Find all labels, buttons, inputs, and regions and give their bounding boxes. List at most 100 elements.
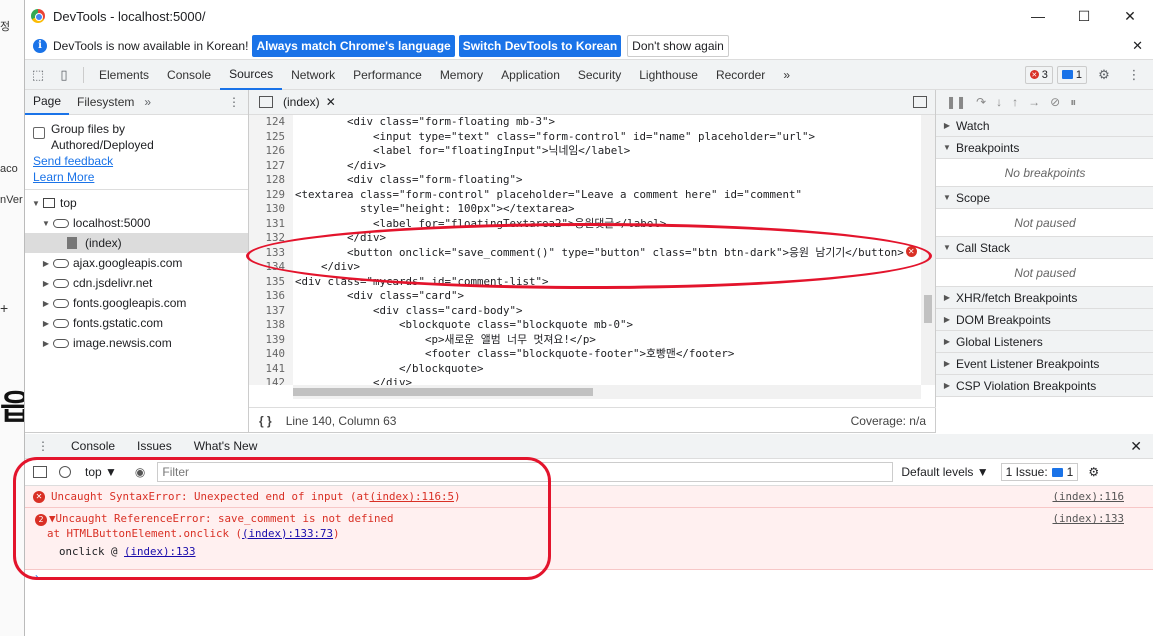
group-files-checkbox[interactable] bbox=[33, 127, 45, 139]
line-number[interactable]: 134 bbox=[249, 260, 293, 275]
step-out-icon[interactable]: ↑ bbox=[1012, 95, 1018, 109]
tree-item-top[interactable]: ▼ top bbox=[25, 193, 248, 213]
tree-item-domain[interactable]: ▶ cdn.jsdelivr.net bbox=[25, 273, 248, 293]
code-line[interactable]: 138 <blockquote class="blockquote mb-0"> bbox=[249, 318, 921, 333]
tab-elements[interactable]: Elements bbox=[90, 60, 158, 90]
tab-application[interactable]: Application bbox=[492, 60, 569, 90]
vertical-scrollbar[interactable] bbox=[921, 115, 935, 385]
code-line[interactable]: 124 <div class="form-floating mb-3"> bbox=[249, 115, 921, 130]
close-window-button[interactable]: ✕ bbox=[1107, 0, 1153, 32]
customize-menu-icon[interactable]: ⋮ bbox=[1121, 67, 1147, 83]
tab-security[interactable]: Security bbox=[569, 60, 630, 90]
tab-recorder[interactable]: Recorder bbox=[707, 60, 774, 90]
drawer-tab-whats-new[interactable]: What's New bbox=[194, 439, 258, 453]
drawer-close-icon[interactable]: ✕ bbox=[1130, 438, 1142, 455]
step-over-icon[interactable]: ↷ bbox=[976, 95, 986, 109]
deactivate-breakpoints-icon[interactable]: ⊘ bbox=[1050, 95, 1060, 109]
drawer-menu-icon[interactable]: ⋮ bbox=[37, 439, 49, 453]
console-settings-gear-icon[interactable]: ⚙ bbox=[1088, 465, 1099, 479]
stack-frame-link[interactable]: (index):133:73 bbox=[242, 527, 333, 540]
nav-tab-page[interactable]: Page bbox=[25, 90, 70, 115]
pause-on-exceptions-icon[interactable]: ⏸ bbox=[1070, 95, 1076, 110]
minimize-button[interactable]: — bbox=[1015, 0, 1061, 32]
clear-console-icon[interactable] bbox=[59, 466, 71, 478]
device-toolbar-icon[interactable]: ▯ bbox=[51, 67, 77, 83]
line-number[interactable]: 135 bbox=[249, 274, 293, 289]
code-line[interactable]: 137 <div class="card-body"> bbox=[249, 303, 921, 318]
debugger-section-header[interactable]: ▶ CSP Violation Breakpoints bbox=[936, 375, 1153, 397]
tab-sources[interactable]: Sources bbox=[220, 60, 283, 90]
tree-item-domain[interactable]: ▶ fonts.gstatic.com bbox=[25, 313, 248, 333]
editor-tab-close-icon[interactable]: ✕ bbox=[326, 95, 336, 109]
tree-item-domain[interactable]: ▶ fonts.googleapis.com bbox=[25, 293, 248, 313]
debugger-section-header[interactable]: ▼ Scope bbox=[936, 187, 1153, 209]
code-line[interactable]: 129 <textarea class="form-control" placeh… bbox=[249, 187, 921, 202]
line-number[interactable]: 132 bbox=[249, 231, 293, 246]
code-line[interactable]: 132 </div> bbox=[249, 231, 921, 246]
code-line[interactable]: 133 <button onclick="save_comment()" typ… bbox=[249, 245, 921, 260]
line-number[interactable]: 141 bbox=[249, 361, 293, 376]
console-filter-input[interactable]: Filter bbox=[157, 462, 894, 482]
match-language-button[interactable]: Always match Chrome's language bbox=[252, 34, 455, 57]
code-line[interactable]: 136 <div class="card"> bbox=[249, 289, 921, 304]
nav-more-icon[interactable]: » bbox=[144, 95, 151, 109]
infobar-close-icon[interactable]: ✕ bbox=[1132, 38, 1143, 54]
drawer-tab-issues[interactable]: Issues bbox=[137, 439, 172, 453]
error-count-badge[interactable]: ✕ 3 bbox=[1024, 65, 1053, 84]
drawer-tab-console[interactable]: Console bbox=[71, 439, 115, 453]
code-line[interactable]: 131 <label for="floatingTextarea2">응원댓글<… bbox=[249, 216, 921, 231]
settings-gear-icon[interactable]: ⚙ bbox=[1091, 67, 1117, 83]
code-line[interactable]: 126 <label for="floatingInput">닉네임</labe… bbox=[249, 144, 921, 159]
tree-item-localhost[interactable]: ▼ localhost:5000 bbox=[25, 213, 248, 233]
line-number[interactable]: 139 bbox=[249, 332, 293, 347]
line-number[interactable]: 128 bbox=[249, 173, 293, 188]
tab-performance[interactable]: Performance bbox=[344, 60, 431, 90]
line-error-icon[interactable]: ✕ bbox=[905, 245, 917, 257]
pause-icon[interactable]: ❚❚ bbox=[946, 95, 966, 109]
line-number[interactable]: 124 bbox=[249, 115, 293, 130]
code-lines[interactable]: 124 <div class="form-floating mb-3"> 125 … bbox=[249, 115, 921, 385]
log-levels-dropdown[interactable]: Default levels ▼ bbox=[901, 465, 988, 479]
line-number[interactable]: 125 bbox=[249, 129, 293, 144]
switch-korean-button[interactable]: Switch DevTools to Korean bbox=[458, 34, 622, 57]
sidebar-toggle-icon[interactable] bbox=[33, 466, 47, 478]
debugger-section-header[interactable]: ▼ Call Stack bbox=[936, 237, 1153, 259]
code-line[interactable]: 140 <footer class="blockquote-footer">호빵… bbox=[249, 347, 921, 362]
line-number[interactable]: 131 bbox=[249, 216, 293, 231]
inspect-element-icon[interactable]: ⬚ bbox=[25, 67, 51, 83]
code-line[interactable]: 130 style="height: 100px"></textarea> bbox=[249, 202, 921, 217]
message-count-badge[interactable]: 1 bbox=[1056, 65, 1087, 84]
line-number[interactable]: 126 bbox=[249, 144, 293, 159]
tab-console[interactable]: Console bbox=[158, 60, 220, 90]
more-tabs-icon[interactable]: » bbox=[774, 60, 799, 90]
tab-memory[interactable]: Memory bbox=[431, 60, 492, 90]
learn-more-link[interactable]: Learn More bbox=[33, 170, 94, 184]
line-number[interactable]: 142 bbox=[249, 376, 293, 385]
maximize-button[interactable]: ☐ bbox=[1061, 0, 1107, 32]
pretty-print-icon[interactable]: { } bbox=[259, 414, 272, 428]
tree-item-domain[interactable]: ▶ ajax.googleapis.com bbox=[25, 253, 248, 273]
context-selector[interactable]: top ▼ bbox=[85, 465, 117, 479]
issues-badge[interactable]: 1 Issue: 1 bbox=[1000, 463, 1079, 481]
debugger-section-header[interactable]: ▼ Breakpoints bbox=[936, 137, 1153, 159]
line-number[interactable]: 130 bbox=[249, 202, 293, 217]
code-line[interactable]: 139 <p>새로운 앨범 너무 멋져요!</p> bbox=[249, 332, 921, 347]
toggle-debugger-icon[interactable] bbox=[913, 96, 927, 108]
code-line[interactable]: 141 </blockquote> bbox=[249, 361, 921, 376]
send-feedback-link[interactable]: Send feedback bbox=[33, 154, 113, 168]
tree-item-index[interactable]: (index) bbox=[25, 233, 248, 253]
line-number[interactable]: 137 bbox=[249, 303, 293, 318]
line-number[interactable]: 136 bbox=[249, 289, 293, 304]
error-location-link[interactable]: (index):116:5 bbox=[370, 490, 455, 503]
live-expression-eye-icon[interactable]: ◉ bbox=[135, 465, 145, 479]
nav-menu-icon[interactable]: ⋮ bbox=[228, 95, 240, 109]
code-line[interactable]: 142 </div> bbox=[249, 376, 921, 385]
code-line[interactable]: 128 <div class="form-floating"> bbox=[249, 173, 921, 188]
debugger-section-header[interactable]: ▶ Event Listener Breakpoints bbox=[936, 353, 1153, 375]
step-into-icon[interactable]: ↓ bbox=[996, 95, 1002, 109]
line-number[interactable]: 127 bbox=[249, 158, 293, 173]
code-line[interactable]: 125 <input type="text" class="form-contr… bbox=[249, 129, 921, 144]
code-line[interactable]: 134 </div> bbox=[249, 260, 921, 275]
horizontal-scrollbar[interactable] bbox=[293, 385, 921, 399]
line-number[interactable]: 133 bbox=[249, 245, 293, 260]
